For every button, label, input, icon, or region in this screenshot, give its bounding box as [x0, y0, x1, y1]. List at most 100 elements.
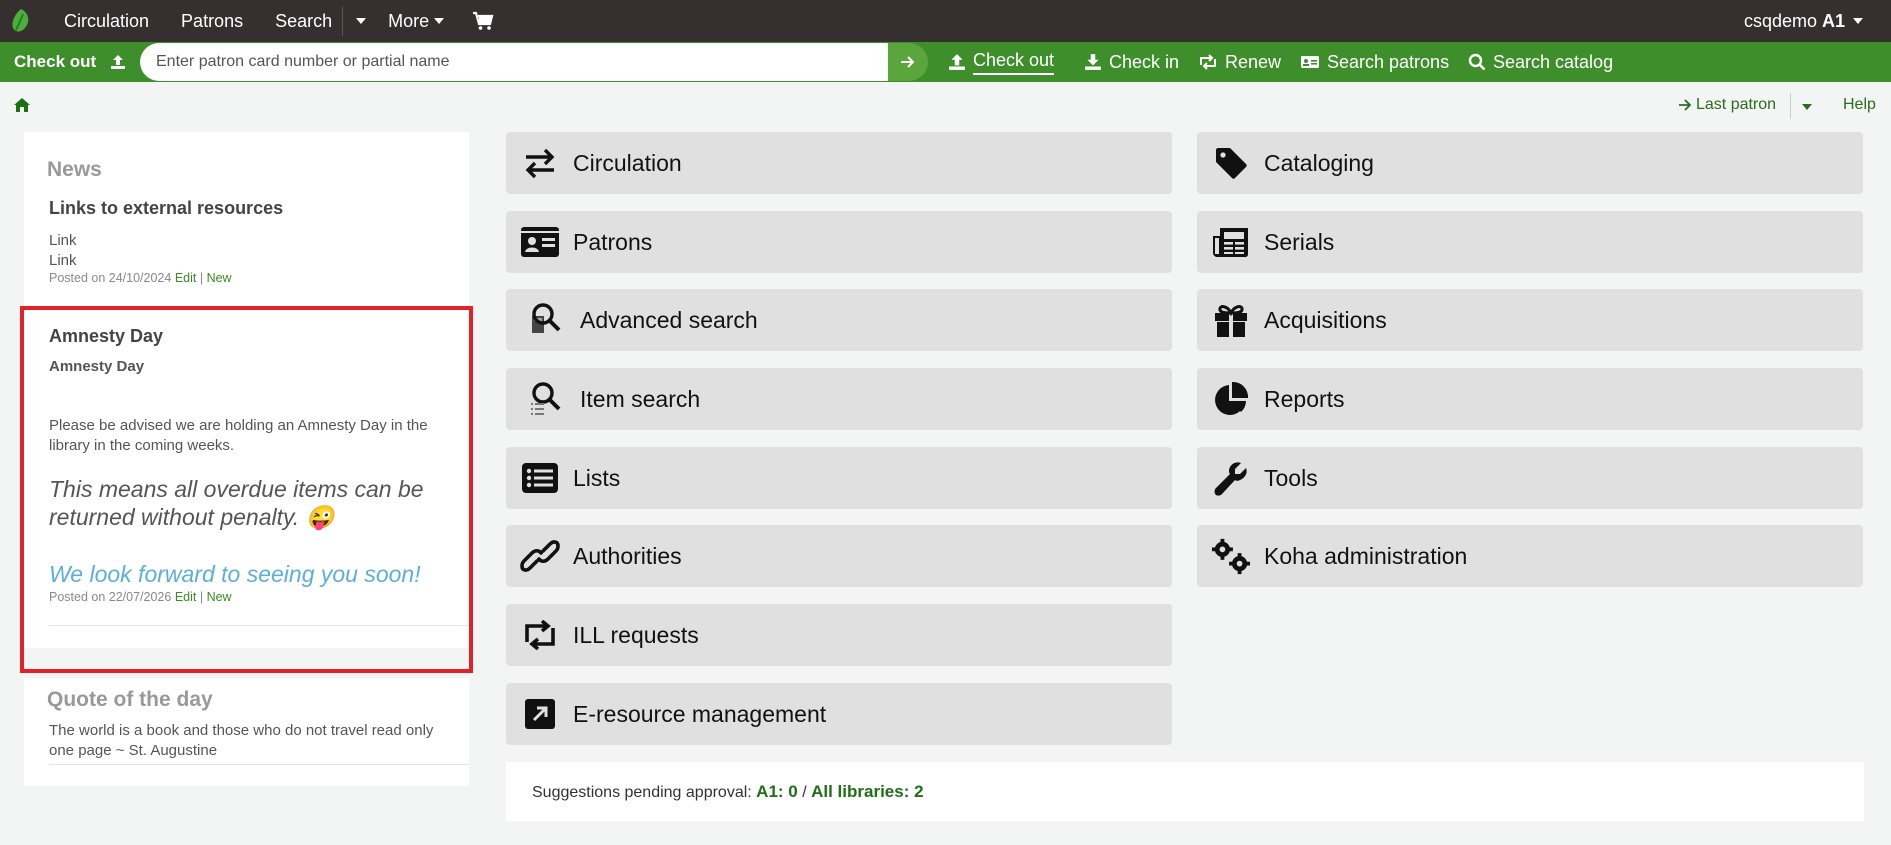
module-label: E-resource management: [573, 700, 827, 727]
checkout-label: Check out: [14, 52, 126, 72]
module-authorities[interactable]: Authorities: [506, 525, 1172, 587]
retweet-icon: [520, 615, 560, 655]
news-footer-strip: [24, 648, 469, 678]
edit-link[interactable]: Edit: [175, 590, 197, 604]
user-caret-icon: [1853, 18, 1863, 24]
tongue-emoji-icon: 😜: [305, 504, 335, 530]
divider: [49, 764, 469, 765]
module-lists[interactable]: Lists: [506, 447, 1172, 509]
module-advanced-search[interactable]: Advanced search: [506, 289, 1172, 351]
link-separator: |: [199, 271, 204, 285]
renew-link[interactable]: Renew: [1198, 42, 1281, 82]
module-cataloging[interactable]: Cataloging: [1197, 132, 1863, 194]
module-item-search[interactable]: Item search: [506, 368, 1172, 430]
suggestions-separator: /: [802, 783, 807, 801]
module-label: Tools: [1264, 464, 1318, 491]
tag-icon: [1211, 143, 1251, 183]
module-label: Koha administration: [1264, 542, 1468, 569]
module-label: Serials: [1264, 228, 1335, 255]
new-link[interactable]: New: [207, 590, 232, 604]
suggestions-all-link[interactable]: All libraries: 2: [811, 782, 923, 801]
news-link[interactable]: Link: [49, 252, 77, 269]
top-navbar: Circulation Patrons Search More csqdemo …: [0, 0, 1891, 42]
cart-icon[interactable]: [472, 11, 494, 31]
gears-icon: [1211, 536, 1251, 576]
upload-icon: [111, 55, 126, 69]
submit-arrow-button[interactable]: [888, 43, 928, 81]
module-label: Item search: [580, 385, 701, 412]
checkout-link[interactable]: Check out: [948, 42, 1055, 82]
user-menu[interactable]: csqdemo A1: [1744, 0, 1863, 42]
external-link-icon: [520, 694, 560, 734]
checkin-link[interactable]: Check in: [1084, 42, 1179, 82]
module-tools[interactable]: Tools: [1197, 447, 1863, 509]
gift-icon: [1211, 300, 1251, 340]
news-closing-text: We look forward to seeing you soon!: [49, 561, 421, 587]
id-card-icon: [520, 222, 560, 262]
news-item-body: Please be advised we are holding an Amne…: [49, 417, 428, 454]
suggestions-a1-link[interactable]: A1: 0: [756, 782, 798, 801]
suggestions-label: Suggestions pending approval:: [532, 783, 752, 801]
nav-more[interactable]: More: [388, 11, 445, 32]
posted-date: Posted on 24/10/2024: [49, 271, 172, 285]
news-item-subtitle: Amnesty Day: [49, 358, 145, 375]
news-item-title: Amnesty Day: [49, 326, 164, 346]
arrow-right-icon: [901, 56, 915, 68]
new-link[interactable]: New: [207, 271, 232, 285]
renew-link-label: Renew: [1225, 51, 1282, 72]
help-link[interactable]: Help: [1843, 96, 1876, 114]
last-patron-button[interactable]: Last patron: [1678, 96, 1776, 114]
divider: [49, 625, 469, 626]
quote-text: The world is a book and those who do not…: [49, 722, 434, 759]
renew-icon: [1200, 54, 1216, 70]
module-label: Circulation: [573, 149, 682, 176]
book-search-icon: [526, 300, 566, 340]
user-name: csqdemo: [1743, 10, 1817, 31]
edit-link[interactable]: Edit: [175, 271, 197, 285]
upload-icon: [949, 54, 965, 70]
module-ill-requests[interactable]: ILL requests: [506, 604, 1172, 666]
link-separator: |: [199, 590, 204, 604]
news-heading: News: [47, 158, 102, 181]
last-patron-caret-icon[interactable]: [1802, 104, 1812, 110]
module-patrons[interactable]: Patrons: [506, 211, 1172, 273]
koha-logo-icon[interactable]: [10, 8, 34, 34]
module-koha-administration[interactable]: Koha administration: [1197, 525, 1863, 587]
module-erm[interactable]: E-resource management: [506, 683, 1172, 745]
module-label: Advanced search: [580, 306, 758, 333]
home-icon[interactable]: [13, 97, 31, 118]
nav-search[interactable]: Search: [275, 11, 332, 32]
link-icon: [520, 536, 560, 576]
module-serials[interactable]: Serials: [1197, 211, 1863, 273]
search-patrons-label: Search patrons: [1327, 51, 1450, 72]
news-item-title: Links to external resources: [49, 198, 284, 218]
module-label: Reports: [1264, 385, 1345, 412]
module-label: Cataloging: [1264, 149, 1374, 176]
module-label: ILL requests: [573, 621, 699, 648]
news-posted: Posted on 24/10/2024 Edit | New: [49, 271, 232, 285]
last-patron-label: Last patron: [1696, 96, 1777, 113]
news-italic-text: This means all overdue items can be retu…: [49, 475, 449, 531]
transfer-arrows-icon: [520, 143, 560, 183]
nav-circulation[interactable]: Circulation: [64, 11, 149, 32]
news-link[interactable]: Link: [49, 232, 77, 249]
module-reports[interactable]: Reports: [1197, 368, 1863, 430]
user-branch: A1: [1821, 10, 1845, 31]
module-circulation[interactable]: Circulation: [506, 132, 1172, 194]
newspaper-icon: [1211, 222, 1251, 262]
posted-date: Posted on 22/07/2026: [49, 590, 172, 604]
search-catalog-link[interactable]: Search catalog: [1468, 42, 1613, 82]
news-panel: News Links to external resources Link Li…: [24, 132, 469, 786]
module-acquisitions[interactable]: Acquisitions: [1197, 289, 1863, 351]
list-search-icon: [526, 379, 566, 419]
search-patrons-link[interactable]: Search patrons: [1300, 42, 1449, 82]
search-catalog-label: Search catalog: [1493, 51, 1614, 72]
wrench-icon: [1211, 458, 1251, 498]
suggestions-panel: Suggestions pending approval: A1: 0 / Al…: [506, 762, 1864, 821]
checkin-link-label: Check in: [1109, 51, 1180, 72]
pie-chart-icon: [1211, 379, 1251, 419]
patron-search-input[interactable]: [140, 43, 888, 81]
nav-patrons[interactable]: Patrons: [181, 11, 243, 32]
magnifier-icon: [1468, 53, 1486, 71]
search-dropdown-caret-icon[interactable]: [356, 18, 367, 24]
